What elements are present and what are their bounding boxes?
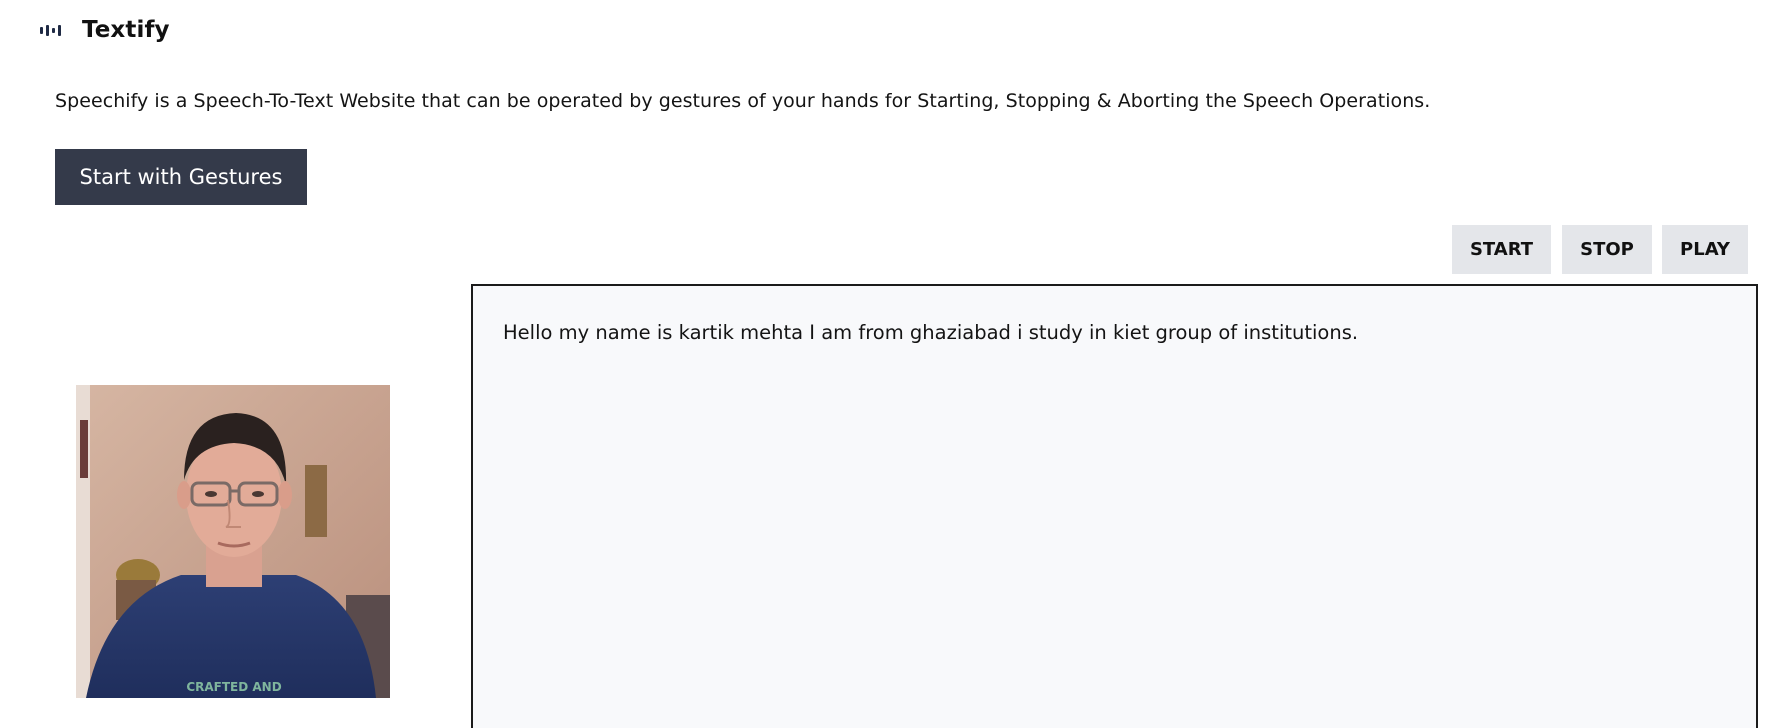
start-with-gestures-button[interactable]: Start with Gestures — [55, 149, 307, 205]
brand-header[interactable]: Textify — [40, 12, 170, 48]
transcript-text: Hello my name is kartik mehta I am from … — [503, 321, 1359, 344]
stop-button[interactable]: STOP — [1562, 225, 1652, 274]
brand-name: Textify — [82, 17, 170, 43]
play-button[interactable]: PLAY — [1662, 225, 1748, 274]
webcam-image: CRAFTED AND — [76, 385, 390, 698]
page: Textify Speechify is a Speech-To-Text We… — [0, 0, 1787, 728]
audio-wave-icon — [40, 24, 68, 36]
webcam-feed: CRAFTED AND — [76, 385, 390, 698]
shirt-print: CRAFTED AND — [186, 680, 281, 694]
page-description: Speechify is a Speech-To-Text Website th… — [55, 90, 1431, 112]
transcript-area[interactable]: Hello my name is kartik mehta I am from … — [471, 284, 1758, 728]
start-button[interactable]: START — [1452, 225, 1551, 274]
